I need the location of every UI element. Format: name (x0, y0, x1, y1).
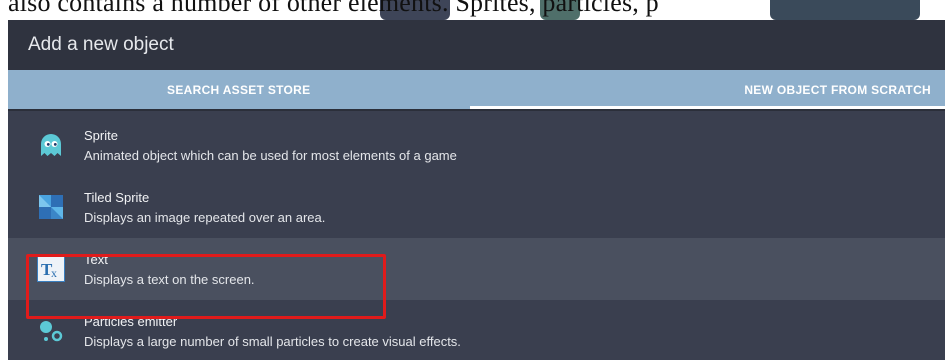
dialog-title-bar: Add a new object (8, 20, 945, 70)
item-description: Animated object which can be used for mo… (84, 147, 457, 163)
tab-label: SEARCH ASSET STORE (167, 82, 311, 97)
item-name: Tiled Sprite (84, 189, 150, 205)
ghost-icon (36, 130, 66, 160)
item-name: Particles emitter (84, 313, 178, 329)
list-item-sprite[interactable]: Sprite Animated object which can be used… (8, 114, 945, 176)
add-object-dialog: Add a new object SEARCH ASSET STORE NEW … (8, 20, 945, 360)
object-type-list: Sprite Animated object which can be used… (8, 114, 945, 360)
item-name: Text (84, 251, 108, 267)
list-item-tiled-sprite[interactable]: Tiled Sprite Displays an image repeated … (8, 176, 945, 238)
svg-text:x: x (51, 266, 57, 280)
item-description: Displays a text on the screen. (84, 271, 255, 287)
item-name: Sprite (84, 127, 118, 143)
background-strip: also contains a number of other elements… (0, 0, 945, 20)
background-art (770, 0, 920, 20)
dialog-title: Add a new object (28, 34, 174, 55)
particles-icon (36, 316, 66, 346)
tab-bar: SEARCH ASSET STORE NEW OBJECT FROM SCRAT… (8, 70, 945, 109)
item-description: Displays an image repeated over an area. (84, 209, 326, 225)
divider (8, 109, 945, 111)
list-item-text[interactable]: T x Text Displays a text on the screen. (8, 238, 945, 300)
cropped-document-text: also contains a number of other elements… (8, 0, 659, 17)
item-description: Displays a large number of small particl… (84, 333, 461, 349)
text-tx-icon: T x (36, 254, 66, 284)
tab-new-object-from-scratch[interactable]: NEW OBJECT FROM SCRATCH (469, 70, 945, 109)
tab-search-asset-store[interactable]: SEARCH ASSET STORE (8, 70, 470, 109)
tiles-icon (36, 192, 66, 222)
tab-label: NEW OBJECT FROM SCRATCH (744, 82, 931, 97)
list-item-particles-emitter[interactable]: Particles emitter Displays a large numbe… (8, 300, 945, 360)
